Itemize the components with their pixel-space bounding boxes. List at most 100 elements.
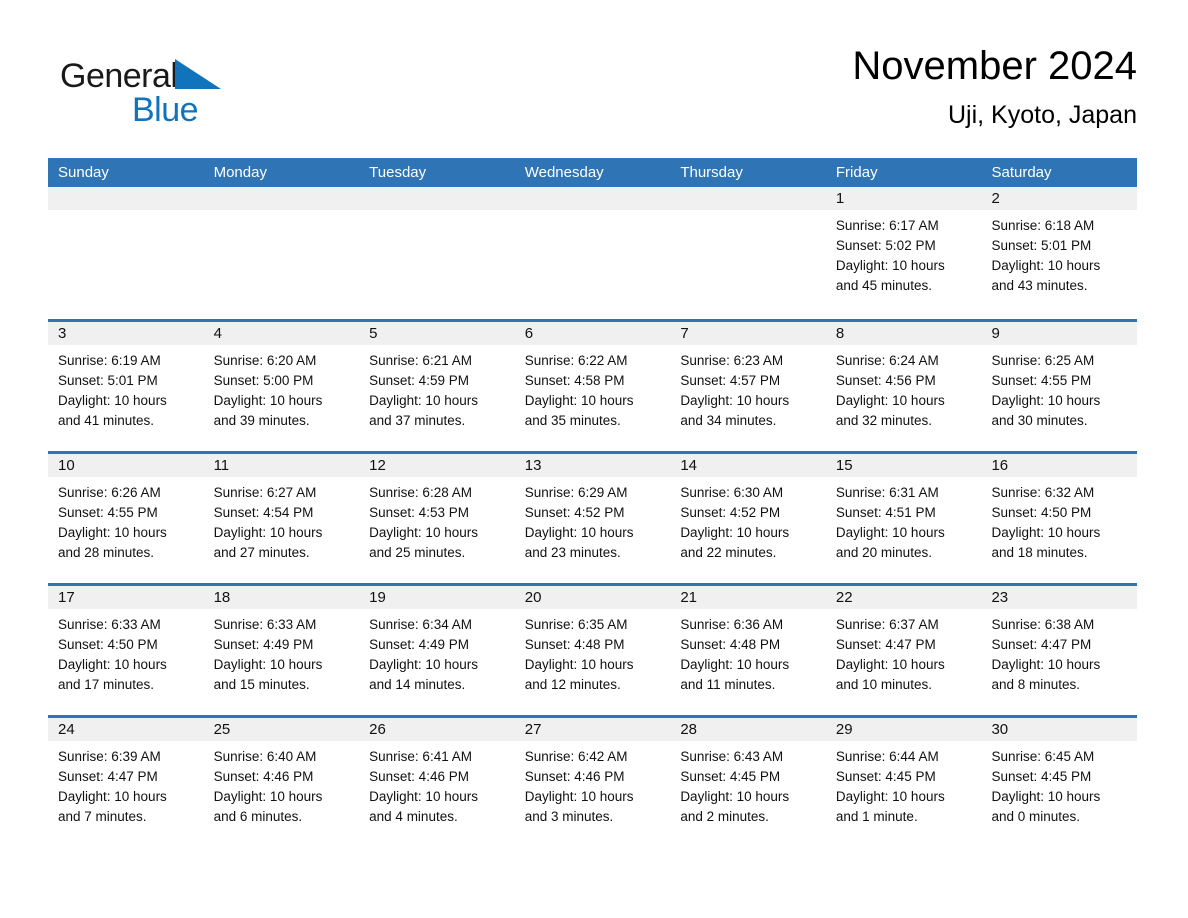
day-detail-lines: Sunrise: 6:38 AM Sunset: 4:47 PM Daylight:…: [981, 609, 1137, 695]
calendar-day-cell[interactable]: 2 Sunrise: 6:18 AM Sunset: 5:01 PM Daylight…: [981, 187, 1138, 319]
calendar-day-cell[interactable]: 19 Sunrise: 6:34 AM Sunset: 4:49 PM Dayligh…: [359, 586, 515, 715]
calendar-week-row: 1 Sunrise: 6:17 AM Sunset: 5:02 PM Daylight…: [48, 187, 1138, 319]
calendar-day-cell[interactable]: 7 Sunrise: 6:23 AM Sunset: 4:57 PM Daylight…: [670, 322, 826, 451]
day-number: 8: [835, 325, 845, 342]
day-detail-line: Daylight: 10 hours: [680, 393, 790, 408]
calendar-day-cell-empty: [203, 187, 360, 319]
generalblue-logo[interactable]: General Blue: [60, 56, 260, 132]
calendar-week-row: 3 Sunrise: 6:19 AM Sunset: 5:01 PM Daylight…: [48, 319, 1138, 451]
day-detail-line: and 45 minutes.: [835, 278, 932, 293]
day-detail-line: and 11 minutes.: [680, 677, 776, 692]
calendar-day-cell[interactable]: 1 Sunrise: 6:17 AM Sunset: 5:02 PM Daylight…: [825, 187, 982, 319]
day-number: 28: [680, 721, 697, 738]
calendar-day-cell[interactable]: 14 Sunrise: 6:30 AM Sunset: 4:52 PM Dayligh…: [670, 454, 826, 583]
day-detail-line: Daylight: 10 hours: [213, 657, 323, 672]
calendar-day-cell[interactable]: 10 Sunrise: 6:26 AM Sunset: 4:55 PM Dayligh…: [48, 454, 204, 583]
day-number: 13: [524, 457, 542, 474]
day-detail-line: Sunset: 4:49 PM: [369, 637, 469, 652]
day-detail-line: and 10 minutes.: [835, 677, 932, 692]
day-detail-lines: Sunrise: 6:23 AM Sunset: 4:57 PM Daylight:…: [670, 345, 826, 431]
calendar-day-cell[interactable]: 29 Sunrise: 6:44 AM Sunset: 4:45 PM Dayligh…: [825, 718, 982, 847]
title-block: November 2024 Uji, Kyoto, Japan: [852, 40, 1137, 132]
calendar-day-cell[interactable]: 21 Sunrise: 6:36 AM Sunset: 4:48 PM Dayligh…: [670, 586, 826, 715]
day-number: 1: [835, 190, 845, 207]
day-detail-lines: [48, 210, 204, 216]
calendar-day-cell[interactable]: 28 Sunrise: 6:43 AM Sunset: 4:45 PM Dayligh…: [670, 718, 826, 847]
day-detail-line: Sunrise: 6:45 AM: [991, 749, 1095, 764]
calendar-day-cell[interactable]: 4 Sunrise: 6:20 AM Sunset: 5:00 PM Daylight…: [203, 322, 360, 451]
day-number-band: 24: [48, 718, 204, 741]
calendar-day-cell[interactable]: 15 Sunrise: 6:31 AM Sunset: 4:51 PM Dayligh…: [825, 454, 982, 583]
day-detail-lines: Sunrise: 6:32 AM Sunset: 4:50 PM Daylight:…: [981, 477, 1137, 563]
day-number: 29: [835, 721, 853, 738]
day-number: 15: [835, 457, 853, 474]
day-detail-line: Sunrise: 6:38 AM: [991, 617, 1095, 632]
day-number: 16: [991, 457, 1009, 474]
weekday-header-sunday: Sunday: [58, 164, 109, 181]
calendar-day-cell[interactable]: 16 Sunrise: 6:32 AM Sunset: 4:50 PM Dayligh…: [981, 454, 1138, 583]
day-detail-line: Sunrise: 6:33 AM: [58, 617, 161, 632]
day-detail-line: Sunrise: 6:20 AM: [213, 353, 317, 368]
calendar-day-cell[interactable]: 26 Sunrise: 6:41 AM Sunset: 4:46 PM Dayligh…: [359, 718, 515, 847]
day-number-band: 14: [670, 454, 826, 477]
day-detail-line: Sunrise: 6:17 AM: [835, 218, 939, 233]
calendar-day-cell[interactable]: 9 Sunrise: 6:25 AM Sunset: 4:55 PM Daylight…: [981, 322, 1138, 451]
calendar-day-cell[interactable]: 5 Sunrise: 6:21 AM Sunset: 4:59 PM Daylight…: [359, 322, 515, 451]
calendar-day-cell[interactable]: 6 Sunrise: 6:22 AM Sunset: 4:58 PM Daylight…: [514, 322, 671, 451]
calendar-week-row: 24 Sunrise: 6:39 AM Sunset: 4:47 PM Dayligh…: [48, 715, 1138, 847]
calendar-day-cell-empty: [48, 187, 204, 319]
day-detail-lines: Sunrise: 6:35 AM Sunset: 4:48 PM Daylight:…: [515, 609, 671, 695]
calendar-day-cell[interactable]: 20 Sunrise: 6:35 AM Sunset: 4:48 PM Dayligh…: [514, 586, 671, 715]
day-detail-line: Daylight: 10 hours: [991, 657, 1101, 672]
calendar-day-cell[interactable]: 11 Sunrise: 6:27 AM Sunset: 4:54 PM Dayligh…: [203, 454, 360, 583]
day-detail-line: Sunrise: 6:25 AM: [991, 353, 1095, 368]
day-detail-line: and 0 minutes.: [991, 809, 1081, 824]
day-detail-line: Sunset: 4:52 PM: [524, 505, 625, 520]
day-detail-lines: Sunrise: 6:28 AM Sunset: 4:53 PM Daylight:…: [359, 477, 515, 563]
day-number-band: 7: [670, 322, 826, 345]
calendar-day-cell[interactable]: 3 Sunrise: 6:19 AM Sunset: 5:01 PM Daylight…: [48, 322, 204, 451]
day-detail-line: Sunset: 4:51 PM: [835, 505, 936, 520]
day-detail-line: Daylight: 10 hours: [58, 657, 167, 672]
calendar-day-cell[interactable]: 30 Sunrise: 6:45 AM Sunset: 4:45 PM Dayligh…: [981, 718, 1138, 847]
calendar-day-cell-empty: [514, 187, 671, 319]
day-detail-line: Sunrise: 6:27 AM: [213, 485, 317, 500]
day-detail-line: Sunset: 4:55 PM: [991, 373, 1092, 388]
calendar-day-cell[interactable]: 18 Sunrise: 6:33 AM Sunset: 4:49 PM Dayligh…: [203, 586, 360, 715]
calendar-day-cell[interactable]: 17 Sunrise: 6:33 AM Sunset: 4:50 PM Dayligh…: [48, 586, 204, 715]
day-detail-line: and 4 minutes.: [369, 809, 458, 824]
day-detail-line: Sunrise: 6:18 AM: [991, 218, 1095, 233]
calendar-day-cell[interactable]: 22 Sunrise: 6:37 AM Sunset: 4:47 PM Dayligh…: [825, 586, 982, 715]
day-detail-line: and 20 minutes.: [835, 545, 932, 560]
day-number-band: [203, 187, 360, 210]
calendar-day-cell[interactable]: 8 Sunrise: 6:24 AM Sunset: 4:56 PM Daylight…: [825, 322, 982, 451]
calendar-day-cell[interactable]: 12 Sunrise: 6:28 AM Sunset: 4:53 PM Dayligh…: [359, 454, 515, 583]
day-detail-line: and 39 minutes.: [213, 413, 310, 428]
day-detail-lines: Sunrise: 6:20 AM Sunset: 5:00 PM Daylight:…: [204, 345, 360, 431]
day-detail-lines: [515, 210, 671, 216]
day-detail-line: Sunset: 4:57 PM: [680, 373, 781, 388]
calendar-day-cell[interactable]: 13 Sunrise: 6:29 AM Sunset: 4:52 PM Dayligh…: [514, 454, 671, 583]
calendar-day-cell[interactable]: 23 Sunrise: 6:38 AM Sunset: 4:47 PM Dayligh…: [981, 586, 1138, 715]
day-number-band: 30: [981, 718, 1138, 741]
day-detail-line: Daylight: 10 hours: [369, 525, 478, 540]
page-header: General Blue November 2024 Uji, Kyoto, J…: [48, 40, 1137, 148]
day-detail-lines: Sunrise: 6:34 AM Sunset: 4:49 PM Daylight:…: [359, 609, 515, 695]
calendar-day-cell[interactable]: 24 Sunrise: 6:39 AM Sunset: 4:47 PM Dayligh…: [48, 718, 204, 847]
calendar-day-cell[interactable]: 27 Sunrise: 6:42 AM Sunset: 4:46 PM Dayligh…: [514, 718, 671, 847]
day-detail-line: Sunrise: 6:36 AM: [680, 617, 784, 632]
day-detail-line: Daylight: 10 hours: [835, 258, 945, 273]
day-number: 14: [680, 457, 697, 474]
logo-text-general: General: [60, 57, 178, 95]
day-detail-line: Daylight: 10 hours: [524, 789, 634, 804]
day-detail-line: Sunrise: 6:40 AM: [213, 749, 317, 764]
day-detail-lines: Sunrise: 6:31 AM Sunset: 4:51 PM Daylight:…: [826, 477, 982, 563]
calendar-day-cell-empty: [670, 187, 826, 319]
day-detail-line: Sunrise: 6:37 AM: [835, 617, 939, 632]
day-detail-line: Sunrise: 6:35 AM: [524, 617, 628, 632]
day-number: 22: [835, 589, 853, 606]
day-detail-lines: [204, 210, 360, 216]
day-number-band: 3: [48, 322, 204, 345]
day-detail-line: Sunset: 4:47 PM: [835, 637, 936, 652]
calendar-day-cell[interactable]: 25 Sunrise: 6:40 AM Sunset: 4:46 PM Dayligh…: [203, 718, 360, 847]
